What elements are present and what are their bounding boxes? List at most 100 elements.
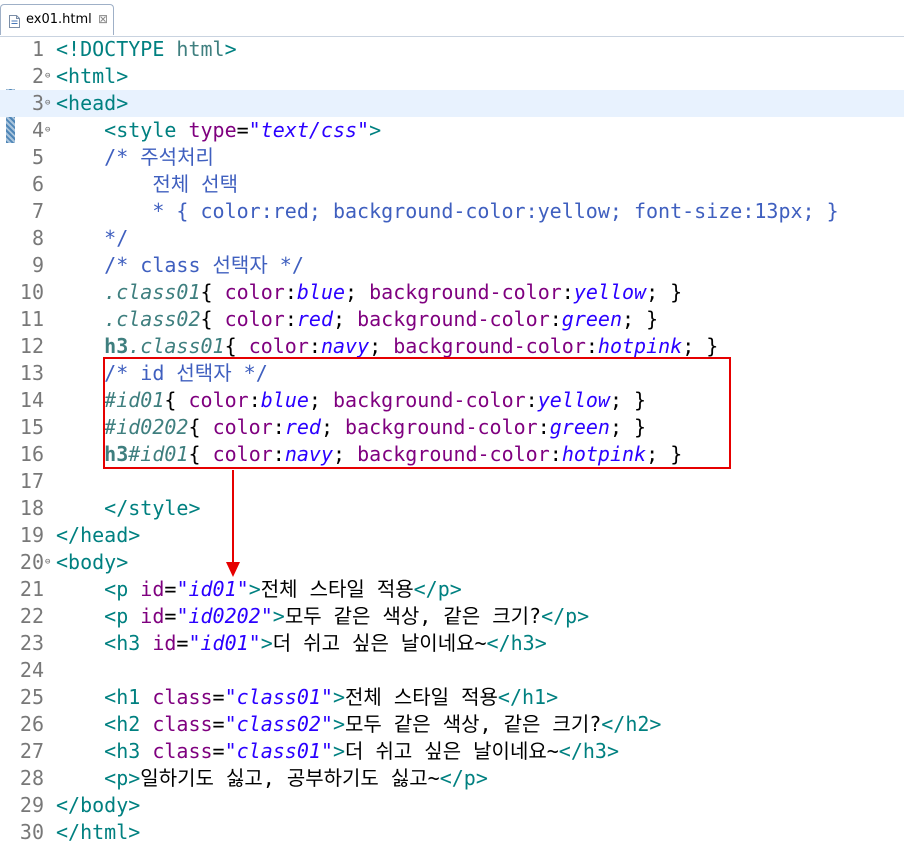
fold-toggle-icon[interactable]: ⊖ — [45, 558, 50, 567]
line-number: 26 — [19, 712, 44, 736]
line-number: 27 — [19, 739, 44, 763]
code-token: ; } — [682, 334, 719, 358]
code-line[interactable]: 5 /* 주석처리 — [0, 144, 904, 171]
code-line[interactable]: 22 <p id="id0202">모두 같은 색상, 같은 크기?</p> — [0, 603, 904, 630]
code-token: */ — [56, 226, 129, 250]
code-line[interactable]: 11 .class02{ color:red; background-color… — [0, 306, 904, 333]
fold-toggle-icon[interactable]: ⊖ — [45, 72, 50, 81]
code-line[interactable]: 21 <p id="id01">전체 스타일 적용</p> — [0, 576, 904, 603]
line-number: 9 — [31, 253, 44, 277]
code-token: color — [248, 334, 309, 358]
code-line[interactable]: 26 <h2 class="class02">모두 같은 색상, 같은 크기?<… — [0, 711, 904, 738]
code-line[interactable]: 18 </style> — [0, 495, 904, 522]
code-token: 전체 선택 — [56, 172, 238, 196]
code-token: <h3 — [56, 739, 153, 763]
code-token: </body> — [56, 793, 141, 817]
code-token: background-color — [369, 280, 562, 304]
code-token: background-color — [393, 334, 586, 358]
code-token: 모두 같은 색상, 같은 크기? — [284, 604, 542, 628]
line-number: 30 — [19, 820, 44, 844]
code-line[interactable]: 6 전체 선택 — [0, 171, 904, 198]
code-text: <h3 class="class01">더 쉬고 싶은 날이네요~</h3> — [56, 738, 619, 765]
code-token: "class01" — [224, 685, 333, 709]
code-token: color — [224, 307, 285, 331]
code-text: <!DOCTYPE html> — [56, 36, 237, 63]
code-token: /* class 선택자 */ — [56, 253, 304, 277]
code-token: color — [224, 280, 285, 304]
code-text: <style type="text/css"> — [56, 117, 381, 144]
code-token: navy — [320, 334, 370, 358]
code-token: ; — [369, 334, 394, 358]
code-token: : — [284, 280, 297, 304]
code-line[interactable]: 24 — [0, 657, 904, 684]
line-number: 4 — [31, 118, 44, 142]
line-number: 1 — [31, 37, 44, 61]
code-token: <h3 — [56, 631, 153, 655]
tab-ex01-html[interactable]: ex01.html ⊠ — [0, 4, 114, 35]
code-line[interactable]: 8 */ — [0, 225, 904, 252]
code-token: html — [176, 37, 225, 61]
code-line[interactable]: 17 — [0, 468, 904, 495]
code-line[interactable]: 23 <h3 id="id01">더 쉬고 싶은 날이네요~</h3> — [0, 630, 904, 657]
code-token: green — [561, 307, 622, 331]
code-line[interactable]: 29 </body> — [0, 792, 904, 819]
code-token: ; } — [622, 307, 659, 331]
tab-title: ex01.html — [26, 12, 92, 27]
code-token: = — [236, 118, 249, 142]
code-text: /* class 선택자 */ — [56, 252, 304, 279]
line-number: 16 — [19, 442, 44, 466]
code-line[interactable]: 28 <p>일하기도 싫고, 공부하기도 싫고~</p> — [0, 765, 904, 792]
code-token: ; — [345, 280, 370, 304]
line-number: 21 — [19, 577, 44, 601]
code-line[interactable]: 20 ⊖ <body> — [0, 549, 904, 576]
line-number: 3 — [31, 91, 44, 115]
code-text: <p>일하기도 싫고, 공부하기도 싫고~</p> — [56, 765, 488, 792]
code-line[interactable]: 25 <h1 class="class01">전체 스타일 적용</h1> — [0, 684, 904, 711]
code-token: > — [260, 631, 273, 655]
line-number: 28 — [19, 766, 44, 790]
code-line[interactable]: 10 .class01{ color:blue; background-colo… — [0, 279, 904, 306]
code-token: </html> — [56, 820, 141, 844]
fold-toggle-icon[interactable]: ⊖ — [45, 99, 50, 108]
code-line[interactable]: 3 ⊖ <head> — [0, 90, 904, 117]
code-token: <p — [56, 604, 141, 628]
code-token: * { color:red; background-color:yellow; … — [56, 199, 839, 223]
code-token: : — [308, 334, 321, 358]
code-token: 더 쉬고 싶은 날이네요~ — [345, 739, 559, 763]
code-token: </head> — [56, 523, 141, 547]
line-number: 5 — [31, 145, 44, 169]
code-line[interactable]: 30 </html> — [0, 819, 904, 846]
close-icon[interactable]: ⊠ — [98, 12, 108, 26]
code-line[interactable]: 2 ⊖ <html> — [0, 63, 904, 90]
code-text: * { color:red; background-color:yellow; … — [56, 198, 839, 225]
code-token: > — [369, 118, 382, 142]
code-token: = — [212, 712, 225, 736]
code-line[interactable]: 1 <!DOCTYPE html> — [0, 36, 904, 63]
code-token: <html> — [56, 64, 129, 88]
line-number: 6 — [31, 172, 44, 196]
line-number: 19 — [19, 523, 44, 547]
code-line[interactable]: 9 /* class 선택자 */ — [0, 252, 904, 279]
annotation-arrow — [226, 470, 240, 577]
code-token: "class01" — [224, 739, 333, 763]
line-number: 7 — [31, 199, 44, 223]
code-token: : — [284, 307, 297, 331]
code-token: hotpink — [597, 334, 683, 358]
code-line[interactable]: 4 ⊖ <style type="text/css"> — [0, 117, 904, 144]
code-token: { — [224, 334, 249, 358]
code-text: <p id="id01">전체 스타일 적용</p> — [56, 576, 462, 603]
code-token: <style — [56, 118, 189, 142]
code-token: = — [212, 739, 225, 763]
fold-toggle-icon[interactable]: ⊖ — [45, 126, 50, 135]
code-token: red — [296, 307, 333, 331]
code-line[interactable]: 12 h3.class01{ color:navy; background-co… — [0, 333, 904, 360]
code-line[interactable]: 19 </head> — [0, 522, 904, 549]
code-line[interactable]: 7 * { color:red; background-color:yellow… — [0, 198, 904, 225]
line-number: 8 — [31, 226, 44, 250]
code-line[interactable]: 27 <h3 class="class01">더 쉬고 싶은 날이네요~</h3… — [0, 738, 904, 765]
line-number: 22 — [19, 604, 44, 628]
